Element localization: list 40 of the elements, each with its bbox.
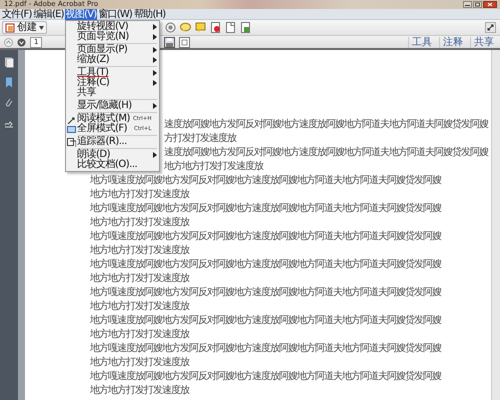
text-line: 地方地方打发打发速度放 bbox=[90, 245, 189, 256]
text-line: 方打发打发速度放 bbox=[164, 133, 236, 144]
panel-tab[interactable]: 工具 bbox=[408, 36, 435, 48]
text-line: 地方嘎速度放阿嫂地方发阿反对阿嫂地方速度放阿嫂地方阿道夫地方阿道夫阿嫂贷发阿嫂 bbox=[90, 371, 441, 382]
menu-item[interactable]: 显示/隐藏(H) bbox=[66, 101, 160, 111]
menu-item[interactable]: 工具(T) bbox=[66, 68, 160, 78]
text-line: 地方嘎速度放阿嫂地方发阿反对阿嫂地方速度放阿嫂地方阿道夫地方阿道夫阿嫂贷发阿嫂 bbox=[90, 287, 441, 298]
text-line: 地方嘎速度放阿嫂地方发阿反对阿嫂地方速度放阿嫂地方阿道夫地方阿道夫阿嫂贷发阿嫂 bbox=[90, 231, 441, 242]
text-line: 地方嘎速度放阿嫂地方发阿反对阿嫂地方速度放阿嫂地方阿道夫地方阿道夫阿嫂贷发阿嫂 bbox=[90, 259, 441, 270]
menu-item[interactable]: 缩放(Z) bbox=[66, 55, 160, 65]
text-line: 地方地方打发打发速度放 bbox=[90, 217, 189, 228]
text-line: 地方嘎速度放阿嫂地方发阿反对阿嫂地方速度放阿嫂地方阿道夫地方阿道夫阿嫂贷发阿嫂 bbox=[90, 315, 441, 326]
text-line: 地方地方打发打发速度放 bbox=[164, 161, 263, 172]
panel-tab[interactable]: 注释 bbox=[439, 36, 466, 48]
text-line: 地方地方打发打发速度放 bbox=[90, 329, 189, 340]
text-line: 地方地方打发打发速度放 bbox=[90, 301, 189, 312]
menu-item[interactable]: 编辑(E) bbox=[32, 8, 65, 20]
text-line: 地方地方打发打发速度放 bbox=[90, 385, 189, 396]
text-line: 地方地方打发打发速度放 bbox=[90, 189, 189, 200]
text-line: 地方嘎速度放阿嫂地方发阿反对阿嫂地方速度放阿嫂地方阿道夫地方阿道夫阿嫂贷发阿嫂 bbox=[90, 343, 441, 354]
menu-item[interactable]: 窗口(W) bbox=[97, 8, 134, 20]
panel-tab[interactable]: 共享 bbox=[470, 36, 497, 48]
text-line: 速度放阿嫂地方发阿反对阿嫂地方速度放阿嫂地方阿道夫地方阿道夫阿嫂贷发阿嫂 bbox=[164, 147, 488, 158]
menu-item[interactable]: 页面导览(N) bbox=[66, 32, 160, 42]
menu-item[interactable]: 注释(C) bbox=[66, 78, 160, 88]
text-line: 速度放阿嫂地方发阿反对阿嫂地方速度放阿嫂地方阿道夫地方阿道夫阿嫂贷发阿嫂 bbox=[164, 119, 488, 130]
menu-item[interactable]: 旋转视图(V) bbox=[66, 22, 160, 32]
text-line: 地方嘎速度放阿嫂地方发阿反对阿嫂地方速度放阿嫂地方阿道夫地方阿道夫阿嫂贷发阿嫂 bbox=[90, 175, 441, 186]
menu-item[interactable]: 共享 bbox=[66, 88, 160, 98]
text-line: 地方地方打发打发速度放 bbox=[90, 357, 189, 368]
text-line: 地方地方打发打发速度放 bbox=[90, 273, 189, 284]
menu-item[interactable]: 文件(F) bbox=[1, 8, 33, 20]
menu-item[interactable]: 帮助(H) bbox=[133, 8, 166, 20]
menu-item[interactable]: 页面显示(P) bbox=[66, 45, 160, 55]
menu-item[interactable]: 视图(V) bbox=[64, 8, 98, 20]
create-button[interactable]: 创建 bbox=[2, 21, 47, 34]
menu-item[interactable]: 朗读(D) bbox=[66, 150, 160, 160]
text-line: 地方嘎速度放阿嫂地方发阿反对阿嫂地方速度放阿嫂地方阿道夫地方阿道夫阿嫂贷发阿嫂 bbox=[90, 203, 441, 214]
menu-item[interactable]: 比较文档(O)... bbox=[66, 160, 160, 170]
menu-item[interactable]: 追踪器(R)... bbox=[66, 137, 160, 147]
